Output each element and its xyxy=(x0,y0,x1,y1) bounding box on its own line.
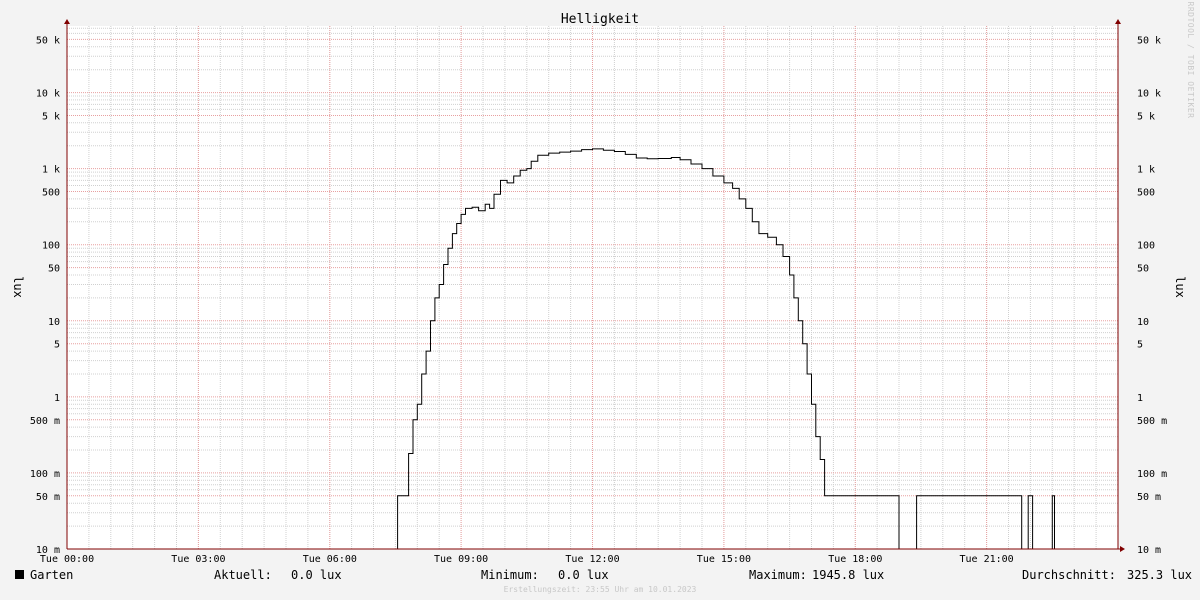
y-tick-label-left: 5 xyxy=(54,340,60,351)
footer-timestamp: Erstellungszeit: 23:55 Uhr am 10.01.2023 xyxy=(504,585,697,594)
legend-max-value: 1945.8 lux xyxy=(812,568,884,582)
y-tick-label-left: 50 m xyxy=(36,492,60,503)
y-tick-label-left: 10 k xyxy=(36,89,60,100)
legend-avg-label: Durchschnitt: xyxy=(1022,568,1116,582)
y-tick-label-right: 50 m xyxy=(1137,492,1161,503)
y-axis-label-left: lux xyxy=(11,276,25,298)
y-tick-label-right: 5 k xyxy=(1137,112,1155,123)
legend-series-label: Garten xyxy=(30,568,73,582)
x-tick-label: Tue 21:00 xyxy=(960,554,1014,565)
y-tick-label-left: 50 xyxy=(48,264,60,275)
x-tick-label: Tue 12:00 xyxy=(565,554,619,565)
x-tick-label: Tue 03:00 xyxy=(171,554,225,565)
y-tick-label-right: 1 k xyxy=(1137,165,1155,176)
y-tick-label-right: 500 m xyxy=(1137,416,1167,427)
x-tick-label: Tue 00:00 xyxy=(40,554,94,565)
x-tick-label: Tue 06:00 xyxy=(303,554,357,565)
legend-min-label: Minimum: xyxy=(481,568,539,582)
y-tick-label-right: 1 xyxy=(1137,393,1143,404)
y-tick-label-left: 50 k xyxy=(36,35,60,46)
brightness-chart: 10 m 50 m 100 m 500 m 1 5 10 50 100 500 1 k 5 k 10 k… xyxy=(0,0,1200,600)
y-tick-label-left: 100 xyxy=(42,241,60,252)
y-tick-label-right: 500 xyxy=(1137,188,1155,199)
y-tick-label-right: 10 k xyxy=(1137,89,1161,100)
y-tick-label-right: 50 xyxy=(1137,264,1149,275)
y-tick-label-right: 5 xyxy=(1137,340,1143,351)
y-tick-label-left: 1 k xyxy=(42,165,60,176)
y-axis-label-right: lux xyxy=(1173,276,1187,298)
legend-avg-value: 325.3 lux xyxy=(1127,568,1192,582)
legend-current-label: Aktuell: xyxy=(214,568,272,582)
x-tick-label: Tue 18:00 xyxy=(828,554,882,565)
y-tick-label-left: 5 k xyxy=(42,112,60,123)
chart-title: Helligkeit xyxy=(561,12,639,27)
x-tick-label: Tue 09:00 xyxy=(434,554,488,565)
x-tick-label: Tue 15:00 xyxy=(697,554,751,565)
y-tick-label-right: 10 xyxy=(1137,317,1149,328)
y-tick-label-right: 10 m xyxy=(1137,545,1161,556)
legend-min-value: 0.0 lux xyxy=(558,568,609,582)
legend-max-label: Maximum: xyxy=(749,568,807,582)
y-tick-label-left: 100 m xyxy=(30,469,60,480)
y-tick-label-left: 10 xyxy=(48,317,60,328)
y-tick-label-right: 100 m xyxy=(1137,469,1167,480)
y-tick-label-right: 100 xyxy=(1137,241,1155,252)
legend-current-value: 0.0 lux xyxy=(291,568,342,582)
y-tick-label-left: 500 m xyxy=(30,416,60,427)
legend-swatch-garten xyxy=(15,570,24,579)
y-tick-label-left: 500 xyxy=(42,188,60,199)
y-tick-label-right: 50 k xyxy=(1137,35,1161,46)
y-tick-label-left: 1 xyxy=(54,393,60,404)
rrdtool-watermark: RRDTOOL / TOBI OETIKER xyxy=(1186,2,1195,119)
